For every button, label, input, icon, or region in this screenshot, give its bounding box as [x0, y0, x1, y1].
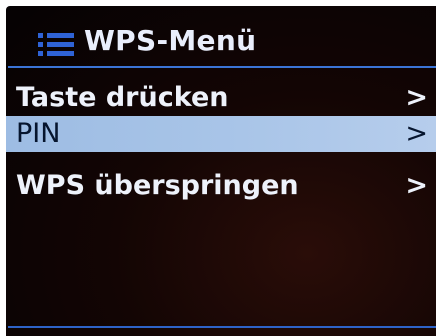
chevron-right-icon: >	[405, 118, 428, 149]
display-screen: WPS-Menü Taste drücken > PIN > WPS übers…	[6, 6, 436, 336]
menu-header: WPS-Menü	[6, 6, 436, 66]
page-title: WPS-Menü	[84, 24, 257, 57]
menu-item-taste-druecken[interactable]: Taste drücken >	[6, 80, 436, 116]
menu-item-label: Taste drücken	[16, 82, 229, 113]
menu-item-label: PIN	[16, 118, 61, 149]
header-divider	[8, 66, 436, 68]
menu-item-label: WPS überspringen	[16, 170, 299, 201]
chevron-right-icon: >	[405, 170, 428, 201]
chevron-right-icon: >	[405, 82, 428, 113]
menu-item-wps-ueberspringen[interactable]: WPS überspringen >	[6, 168, 436, 204]
menu-item-pin[interactable]: PIN >	[6, 116, 436, 152]
footer-divider	[8, 326, 436, 328]
menu-list-icon	[38, 33, 74, 56]
